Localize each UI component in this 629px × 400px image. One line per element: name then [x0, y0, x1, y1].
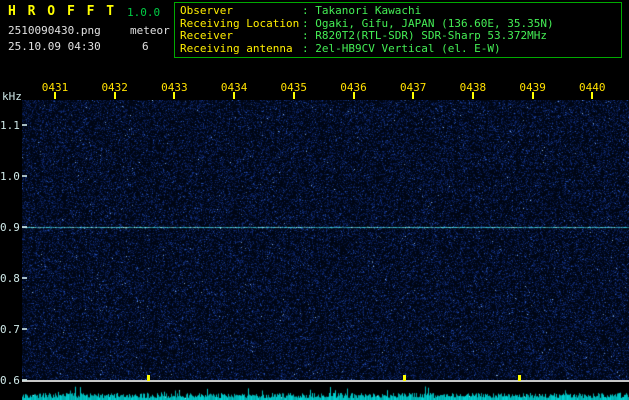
info-row-receiver: Receiver: R820T2(RTL-SDR) SDR-Sharp 53.3…: [180, 30, 616, 43]
y-axis-tick-label: 0.8: [0, 272, 19, 285]
output-filename: 2510090430.png: [8, 24, 101, 37]
y-axis-tick-label: 0.6: [0, 374, 19, 387]
minute-tick: [591, 92, 593, 99]
minute-tick: [532, 92, 534, 99]
spectrogram-canvas: [22, 100, 629, 380]
x-axis-tick-label: 0439: [518, 81, 548, 94]
signal-level-canvas: [22, 384, 629, 400]
x-axis-tick-label: 0438: [458, 81, 488, 94]
minute-tick: [114, 92, 116, 99]
minute-tick: [412, 92, 414, 99]
datetime-label: 25.10.09 04:30: [8, 40, 101, 53]
info-label: Receiving antenna: [180, 43, 302, 56]
y-axis-tick-label: 1.0: [0, 170, 19, 183]
x-axis-tick-label: 0435: [279, 81, 309, 94]
y-axis-tick-label: 0.7: [0, 323, 19, 336]
app-version: 1.0.0: [127, 6, 160, 19]
echo-count: 6: [142, 40, 149, 53]
x-axis-tick-label: 0432: [100, 81, 130, 94]
info-value: : 2el-HB9CV Vertical (el. E-W): [302, 43, 501, 56]
y-axis-unit-label: kHz: [2, 90, 22, 103]
info-label: Observer: [180, 5, 302, 18]
minute-tick: [293, 92, 295, 99]
y-axis-tick-label: 0.9: [0, 221, 19, 234]
info-row-antenna: Receiving antenna: 2el-HB9CV Vertical (e…: [180, 43, 616, 56]
separator-line: [22, 380, 629, 382]
x-axis-tick-label: 0437: [398, 81, 428, 94]
minute-tick: [173, 92, 175, 99]
info-value: : Takanori Kawachi: [302, 5, 421, 18]
app-title: H R O F F T: [8, 4, 116, 19]
x-axis-tick-label: 0431: [40, 81, 70, 94]
minute-tick: [353, 92, 355, 99]
mode-label: meteor: [130, 24, 170, 37]
info-value: : R820T2(RTL-SDR) SDR-Sharp 53.372MHz: [302, 30, 547, 43]
station-info-panel: Observer: Takanori Kawachi Receiving Loc…: [174, 2, 622, 58]
info-row-observer: Observer: Takanori Kawachi: [180, 5, 616, 18]
minute-tick: [233, 92, 235, 99]
hrofft-output-window: H R O F F T 1.0.0 2510090430.png meteor …: [0, 0, 629, 400]
y-axis-tick-label: 1.1: [0, 119, 19, 132]
x-axis-tick-label: 0433: [159, 81, 189, 94]
minute-tick: [54, 92, 56, 99]
minute-tick: [472, 92, 474, 99]
x-axis-tick-label: 0434: [219, 81, 249, 94]
info-label: Receiver: [180, 30, 302, 43]
x-axis-tick-label: 0440: [577, 81, 607, 94]
x-axis-tick-label: 0436: [339, 81, 369, 94]
